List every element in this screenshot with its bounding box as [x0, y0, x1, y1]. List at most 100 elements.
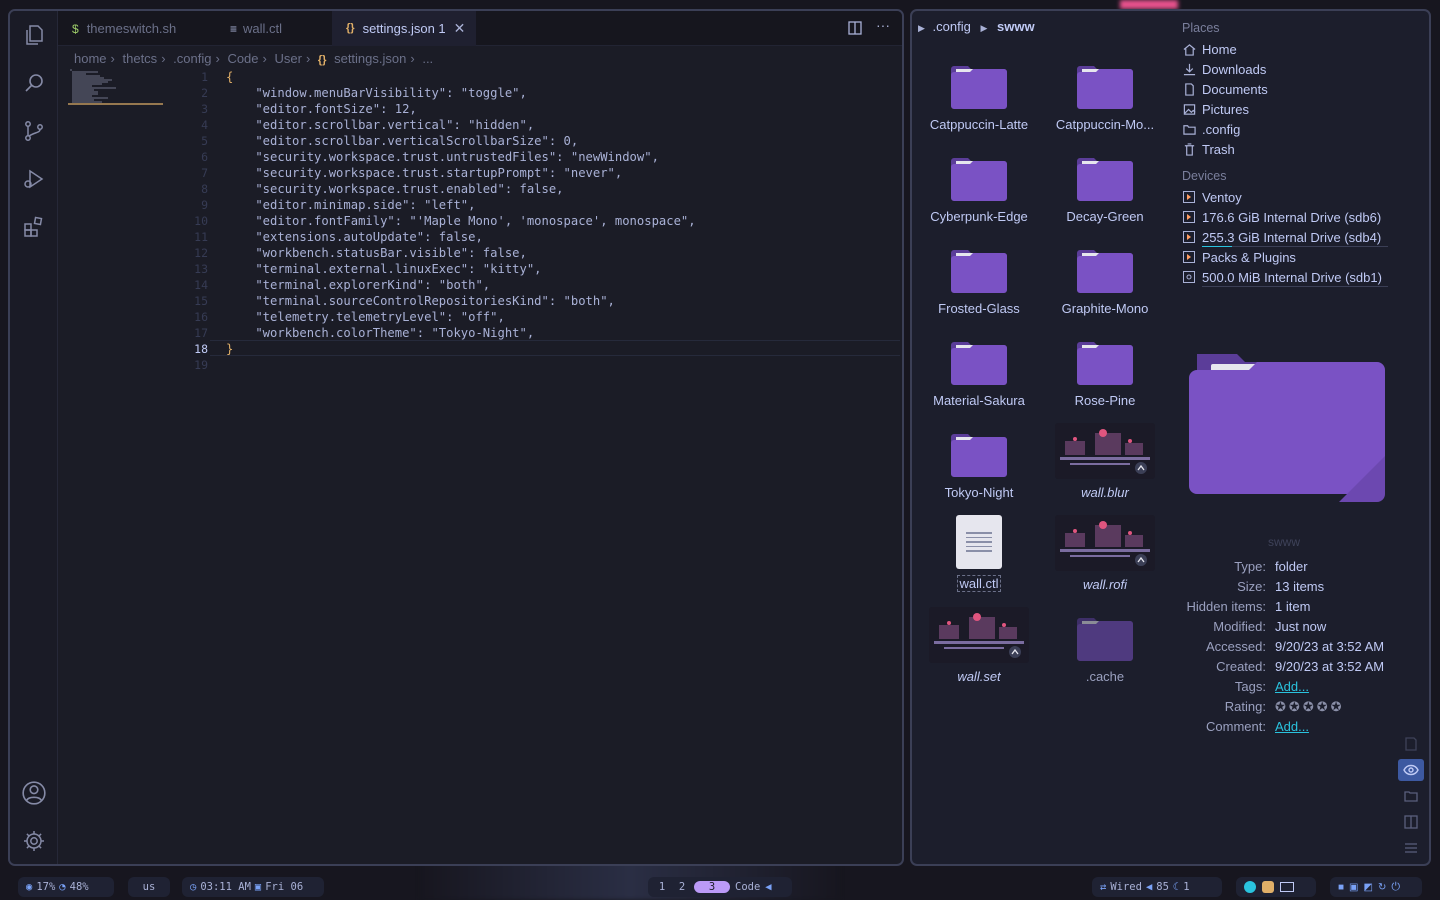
line-number: 12: [194, 246, 208, 260]
device-sdb6[interactable]: 176.6 GiB Internal Drive (sdb6): [1182, 207, 1429, 227]
code-line[interactable]: "window.menuBarVisibility": "toggle",: [226, 85, 696, 101]
code-line[interactable]: "security.workspace.trust.enabled": fals…: [226, 181, 696, 197]
place-documents[interactable]: Documents: [1182, 79, 1429, 99]
file-item[interactable]: Catppuccin-Latte: [916, 55, 1042, 132]
device-ventoy[interactable]: Ventoy: [1182, 187, 1429, 207]
tab-settings-json[interactable]: {} settings.json 1 ✕: [332, 11, 476, 46]
file-item[interactable]: Tokyo-Night: [916, 423, 1042, 500]
place-downloads[interactable]: Downloads: [1182, 59, 1429, 79]
account-icon[interactable]: [20, 779, 48, 807]
place-pictures[interactable]: Pictures: [1182, 99, 1429, 119]
rating-stars[interactable]: ✪ ✪ ✪ ✪ ✪: [1275, 697, 1345, 717]
property-key: Tags:: [1234, 679, 1266, 694]
star-icon[interactable]: ✪: [1289, 699, 1300, 714]
file-item[interactable]: wall.set: [916, 607, 1042, 684]
code-line[interactable]: [226, 357, 696, 373]
property-value[interactable]: Add...: [1275, 677, 1309, 697]
code-line[interactable]: {: [226, 69, 696, 85]
file-manager-window: ▶ .config ▶ swww Catppuccin-Latte Catppuc…: [910, 9, 1431, 866]
file-item[interactable]: wall.blur: [1042, 423, 1168, 500]
star-icon[interactable]: ✪: [1275, 699, 1286, 714]
breadcrumb-item[interactable]: settings.json: [334, 51, 406, 66]
file-item[interactable]: Rose-Pine: [1042, 331, 1168, 408]
breadcrumb-item[interactable]: ...: [422, 51, 433, 66]
code-line[interactable]: "terminal.external.linuxExec": "kitty",: [226, 261, 696, 277]
code-line[interactable]: "editor.scrollbar.vertical": "hidden",: [226, 117, 696, 133]
file-item[interactable]: Material-Sakura: [916, 331, 1042, 408]
system-monitor[interactable]: ◉ 17% ◔ 48%: [18, 877, 114, 897]
explorer-icon[interactable]: [20, 21, 48, 49]
workspace-2[interactable]: 2: [672, 881, 692, 893]
path-segment-swww[interactable]: swww: [997, 19, 1035, 34]
device-packs[interactable]: Packs & Plugins: [1182, 247, 1429, 267]
tray-display-icon[interactable]: [1280, 882, 1294, 892]
code-line[interactable]: "workbench.colorTheme": "Tokyo-Night",: [226, 325, 696, 341]
tray-app-icon[interactable]: [1244, 881, 1256, 893]
breadcrumb-item[interactable]: home: [74, 51, 107, 66]
clock[interactable]: ◷ 03:11 AM ▣ Fri 06: [182, 877, 324, 897]
close-icon[interactable]: ✕: [454, 20, 466, 37]
device-sdb4[interactable]: 255.3 GiB Internal Drive (sdb4): [1182, 227, 1429, 247]
info-panel-icon[interactable]: [1398, 733, 1424, 755]
network-volume[interactable]: ⇄ Wired ◀ 85 ☾ 1: [1092, 877, 1222, 897]
minimap[interactable]: [68, 69, 163, 105]
place-config[interactable]: .config: [1182, 119, 1429, 139]
code-line[interactable]: }: [226, 341, 696, 357]
code-editor[interactable]: { "window.menuBarVisibility": "toggle", …: [226, 69, 696, 373]
code-line[interactable]: "terminal.sourceControlRepositoriesKind"…: [226, 293, 696, 309]
run-debug-icon[interactable]: [20, 165, 48, 193]
device-sdb1[interactable]: 500.0 MiB Internal Drive (sdb1): [1182, 267, 1429, 287]
menu-icon[interactable]: [1398, 837, 1424, 859]
code-line[interactable]: "extensions.autoUpdate": false,: [226, 229, 696, 245]
logout-icon[interactable]: ▣: [1349, 882, 1358, 893]
power-icon[interactable]: ⏻: [1391, 881, 1400, 894]
place-home[interactable]: Home: [1182, 39, 1429, 59]
reboot-icon[interactable]: ↻: [1378, 882, 1386, 893]
code-line[interactable]: "workbench.statusBar.visible": false,: [226, 245, 696, 261]
file-item[interactable]: wall.rofi: [1042, 515, 1168, 592]
file-item[interactable]: Catppuccin-Mo...: [1042, 55, 1168, 132]
source-control-icon[interactable]: [20, 117, 48, 145]
code-line[interactable]: "editor.fontSize": 12,: [226, 101, 696, 117]
suspend-icon[interactable]: ◩: [1364, 882, 1373, 893]
star-icon[interactable]: ✪: [1331, 699, 1342, 714]
workspace-1[interactable]: 1: [652, 881, 672, 893]
split-editor-icon[interactable]: [848, 21, 862, 40]
path-segment-config[interactable]: .config: [933, 19, 971, 34]
folder-view-icon[interactable]: [1398, 785, 1424, 807]
tab-wall-ctl[interactable]: ≡ wall.ctl: [216, 11, 338, 46]
workspace-3[interactable]: 3: [694, 881, 730, 893]
breadcrumb-item[interactable]: .config: [173, 51, 211, 66]
more-actions-icon[interactable]: ···: [876, 17, 890, 33]
lock-icon[interactable]: ■: [1338, 882, 1344, 893]
code-line[interactable]: "security.workspace.trust.untrustedFiles…: [226, 149, 696, 165]
code-line[interactable]: "editor.scrollbar.verticalScrollbarSize"…: [226, 133, 696, 149]
file-item[interactable]: Cyberpunk-Edge: [916, 147, 1042, 224]
code-line[interactable]: "editor.fontFamily": "'Maple Mono', 'mon…: [226, 213, 695, 229]
keyboard-layout[interactable]: us: [128, 877, 170, 897]
file-item[interactable]: Frosted-Glass: [916, 239, 1042, 316]
drive-icon: [1182, 190, 1196, 204]
place-trash[interactable]: Trash: [1182, 139, 1429, 159]
breadcrumb-item[interactable]: Code: [227, 51, 258, 66]
search-icon[interactable]: [20, 69, 48, 97]
file-item[interactable]: .cache: [1042, 607, 1168, 684]
code-line[interactable]: "security.workspace.trust.startupPrompt"…: [226, 165, 696, 181]
code-line[interactable]: "telemetry.telemetryLevel": "off",: [226, 309, 696, 325]
tab-themeswitch[interactable]: $ themeswitch.sh: [58, 11, 208, 46]
breadcrumb-item[interactable]: thetcs: [123, 51, 158, 66]
preview-eye-icon[interactable]: [1398, 759, 1424, 781]
split-view-icon[interactable]: [1398, 811, 1424, 833]
code-line[interactable]: "editor.minimap.side": "left",: [226, 197, 696, 213]
settings-gear-icon[interactable]: [20, 827, 48, 855]
breadcrumb-item[interactable]: User: [274, 51, 301, 66]
file-item[interactable]: Decay-Green: [1042, 147, 1168, 224]
extensions-icon[interactable]: [20, 213, 48, 241]
property-value[interactable]: Add...: [1275, 717, 1309, 737]
star-icon[interactable]: ✪: [1303, 699, 1314, 714]
tray-app-icon[interactable]: [1262, 881, 1274, 893]
file-item[interactable]: Graphite-Mono: [1042, 239, 1168, 316]
star-icon[interactable]: ✪: [1317, 699, 1328, 714]
code-line[interactable]: "terminal.explorerKind": "both",: [226, 277, 696, 293]
file-item[interactable]: wall.ctl: [916, 515, 1042, 597]
